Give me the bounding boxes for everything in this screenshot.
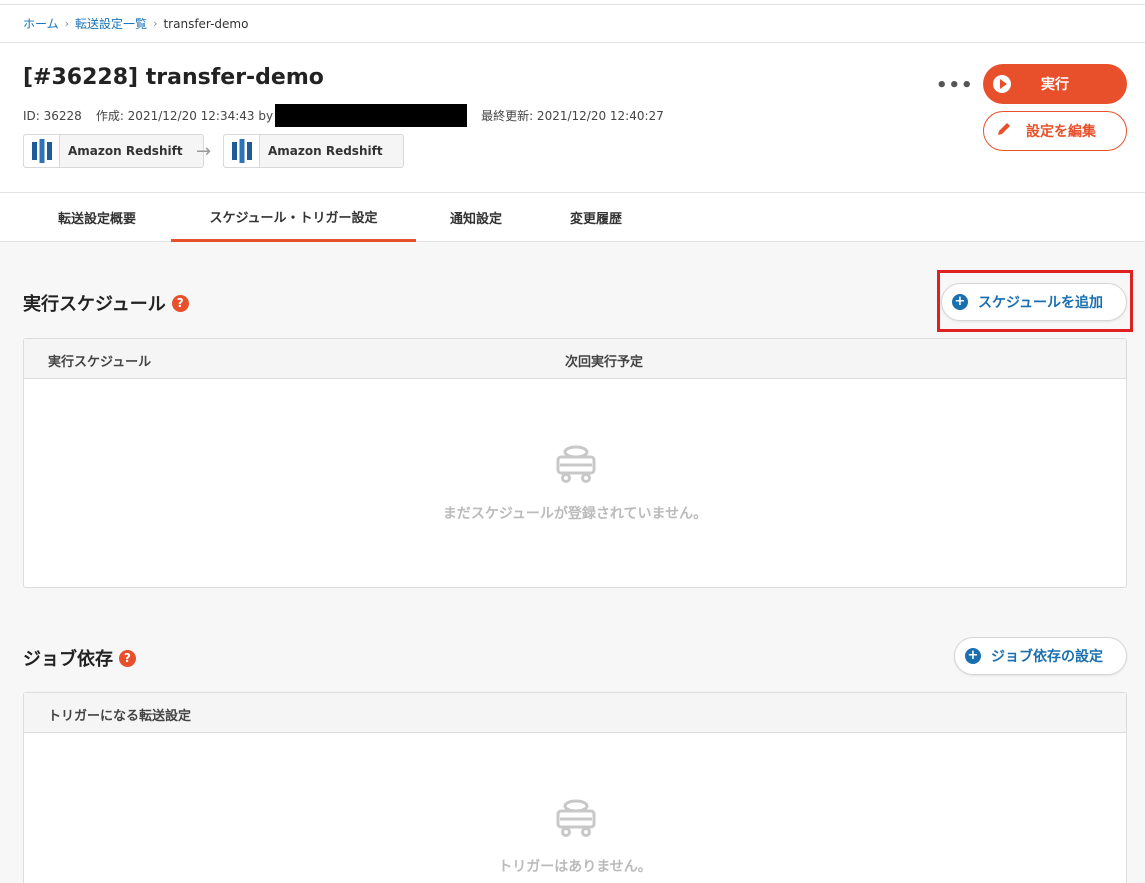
trigger-empty-message: トリガーはありません。 <box>498 859 652 875</box>
arrow-right-icon: → <box>196 141 212 162</box>
jobdep-section-title: ジョブ依存 ? <box>23 645 136 671</box>
chevron-right-icon: › <box>153 17 158 30</box>
trigger-table-header: トリガーになる転送設定 <box>24 693 1126 733</box>
breadcrumb-list-link[interactable]: 転送設定一覧 <box>75 15 147 32</box>
col-next-run: 次回実行予定 <box>565 355 644 370</box>
redshift-icon <box>24 135 60 167</box>
source-label: Amazon Redshift <box>68 144 183 158</box>
breadcrumb: ホーム › 転送設定一覧 › transfer-demo <box>0 5 1145 43</box>
trigger-table: トリガーになる転送設定 トリガーはありません。 <box>23 692 1127 883</box>
schedule-title-text: 実行スケジュール <box>23 294 166 315</box>
run-button-label: 実行 <box>1041 77 1069 93</box>
breadcrumb-home-link[interactable]: ホーム <box>23 15 59 32</box>
edit-button-label: 設定を編集 <box>1026 124 1096 140</box>
plus-circle-icon: + <box>965 648 981 664</box>
page-header: [#36228] transfer-demo ID: 36228 作成: 202… <box>0 43 1145 193</box>
edit-settings-button[interactable]: 設定を編集 <box>983 111 1127 151</box>
job-dependency-button[interactable]: + ジョブ依存の設定 <box>954 637 1127 675</box>
schedule-section-title: 実行スケジュール ? <box>23 290 189 316</box>
updated-text: 最終更新: 2021/12/20 12:40:27 <box>481 109 664 123</box>
help-icon[interactable]: ? <box>171 294 189 312</box>
tab-notification[interactable]: 通知設定 <box>416 193 536 242</box>
col-schedule: 実行スケジュール <box>48 355 152 370</box>
tab-schedule-trigger[interactable]: スケジュール・トリガー設定 <box>171 193 416 242</box>
meta-info: ID: 36228 作成: 2021/12/20 12:34:43 by 最終更… <box>23 104 664 127</box>
empty-cart-icon <box>555 797 597 841</box>
destination-connector: Amazon Redshift <box>223 134 404 168</box>
run-button[interactable]: 実行 <box>983 64 1127 104</box>
created-text: 作成: 2021/12/20 12:34:43 by <box>95 109 274 123</box>
pencil-icon <box>996 121 1012 141</box>
chevron-right-icon: › <box>64 17 70 30</box>
empty-cart-icon <box>555 443 597 487</box>
source-connector: Amazon Redshift <box>23 134 204 168</box>
job-dependency-label: ジョブ依存の設定 <box>991 649 1103 665</box>
breadcrumb-current: transfer-demo <box>163 16 249 31</box>
schedule-empty-message: まだスケジュールが登録されていません。 <box>442 506 708 522</box>
jobdep-title-text: ジョブ依存 <box>23 649 113 670</box>
tab-bar: 転送設定概要 スケジュール・トリガー設定 通知設定 変更履歴 <box>0 193 1145 242</box>
tab-overview[interactable]: 転送設定概要 <box>23 193 171 242</box>
help-icon[interactable]: ? <box>119 649 136 667</box>
tab-history[interactable]: 変更履歴 <box>536 193 656 242</box>
col-trigger-transfer: トリガーになる転送設定 <box>48 709 192 724</box>
redshift-icon <box>224 135 260 167</box>
play-icon <box>993 75 1011 93</box>
destination-label: Amazon Redshift <box>268 144 383 158</box>
more-options-icon[interactable]: ••• <box>936 75 974 96</box>
schedule-table-header: 実行スケジュール 次回実行予定 <box>24 339 1126 379</box>
id-text: ID: 36228 <box>23 108 82 123</box>
redacted-author <box>275 104 468 127</box>
highlight-box <box>937 270 1133 332</box>
schedule-table: 実行スケジュール 次回実行予定 まだスケジュールが登録されていません。 <box>23 338 1127 588</box>
page-title: [#36228] transfer-demo <box>23 65 324 90</box>
